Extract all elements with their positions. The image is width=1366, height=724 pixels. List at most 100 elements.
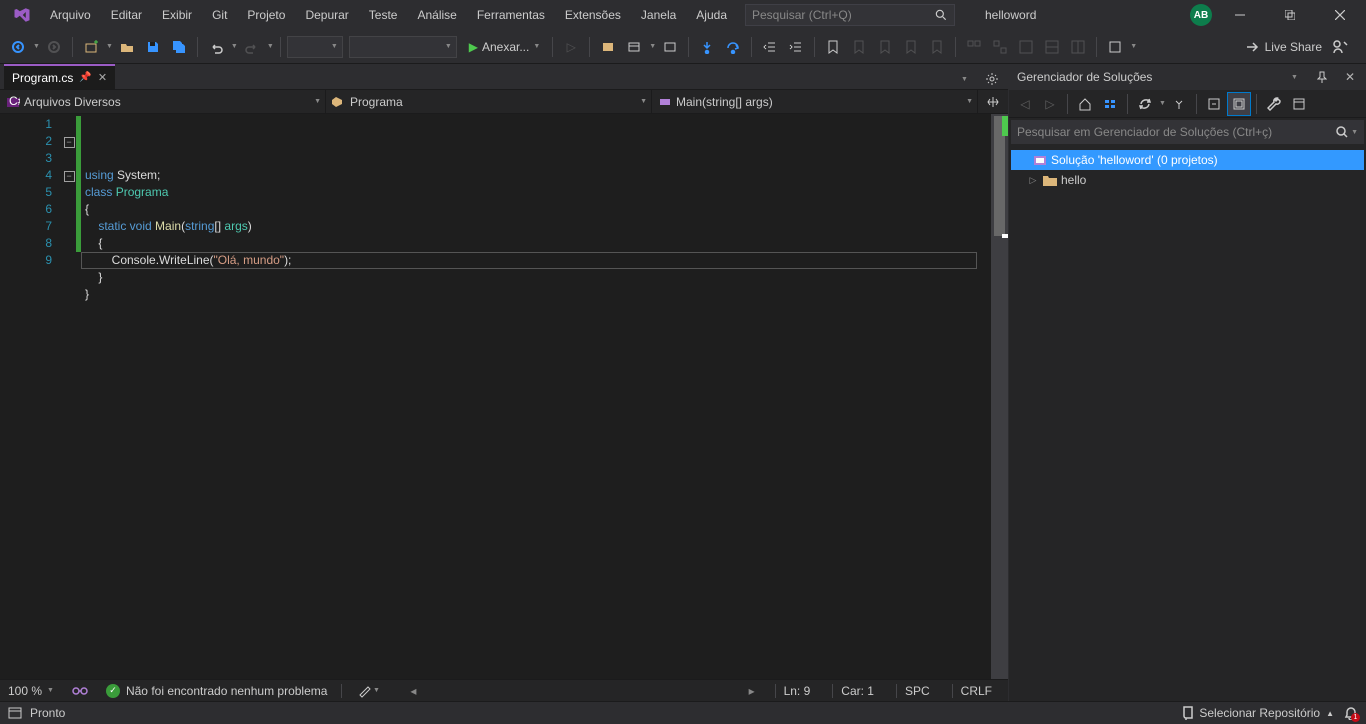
document-tab[interactable]: Program.cs 📌 ✕: [4, 65, 115, 89]
error-list-summary[interactable]: ✓ Não foi encontrado nenhum problema: [106, 684, 327, 698]
code-content[interactable]: using System;class Programa{ static void…: [81, 114, 991, 679]
tab-settings-icon[interactable]: [980, 67, 1004, 91]
save-button[interactable]: [141, 35, 165, 59]
solution-explorer-title-bar[interactable]: Gerenciador de Soluções ▼ ✕: [1009, 64, 1366, 90]
grid3-button[interactable]: [1014, 35, 1038, 59]
status-bar: Pronto Selecionar Repositório ▲ 1: [0, 701, 1366, 724]
scroll-left-button[interactable]: ◂: [404, 684, 422, 698]
tb-icon-3[interactable]: [658, 35, 682, 59]
step-over-button[interactable]: [721, 35, 745, 59]
start-label: Anexar...: [482, 40, 529, 54]
tab-overflow-button[interactable]: ▼: [952, 67, 976, 91]
repo-picker[interactable]: Selecionar Repositório ▲: [1181, 706, 1334, 720]
menu-projeto[interactable]: Projeto: [237, 2, 295, 28]
code-editor[interactable]: 123456789 −− using System;class Programa…: [0, 114, 1008, 679]
live-share-button[interactable]: Live Share: [1245, 40, 1322, 54]
solution-explorer-panel: Gerenciador de Soluções ▼ ✕ ◁ ▷ ▼ Pesqui: [1009, 64, 1366, 701]
sx-collapse-icon[interactable]: [1202, 92, 1226, 116]
member-dropdown[interactable]: Main(string[] args)▼: [652, 90, 978, 113]
sx-fwd-button[interactable]: ▷: [1038, 92, 1062, 116]
zoom-level[interactable]: 100 %▼: [8, 684, 54, 698]
solution-node[interactable]: Solução 'helloword' (0 projetos): [1011, 150, 1364, 170]
solution-platform-combo[interactable]: ▼: [349, 36, 457, 58]
menu-janela[interactable]: Janela: [631, 2, 686, 28]
solution-config-combo[interactable]: ▼: [287, 36, 343, 58]
close-button[interactable]: [1318, 0, 1362, 30]
bm4-button[interactable]: [899, 35, 923, 59]
grid4-button[interactable]: [1040, 35, 1064, 59]
step-into-button[interactable]: [695, 35, 719, 59]
sx-switch-view-icon[interactable]: [1098, 92, 1122, 116]
bookmark-button[interactable]: [821, 35, 845, 59]
save-all-button[interactable]: [167, 35, 191, 59]
scroll-right-button[interactable]: ▸: [743, 684, 761, 698]
menu-análise[interactable]: Análise: [407, 2, 466, 28]
sx-refresh-icon[interactable]: [1167, 92, 1191, 116]
line-indicator[interactable]: Ln: 9: [775, 684, 819, 698]
tab-close-icon[interactable]: ✕: [98, 71, 107, 84]
indent-button[interactable]: [784, 35, 808, 59]
tree-item[interactable]: ▷ hello: [1011, 170, 1364, 190]
nav-fwd-button[interactable]: [42, 35, 66, 59]
pin-panel-icon[interactable]: [1310, 65, 1334, 89]
user-avatar[interactable]: AB: [1190, 4, 1212, 26]
glasses-icon[interactable]: [68, 679, 92, 703]
tb-icon-2[interactable]: [622, 35, 646, 59]
fold-column[interactable]: −−: [62, 114, 76, 679]
quick-search-input[interactable]: Pesquisar (Ctrl+Q): [745, 4, 955, 26]
start-debug-button[interactable]: ▶Anexar...▼: [463, 35, 547, 59]
menu-arquivo[interactable]: Arquivo: [40, 2, 101, 28]
menu-ferramentas[interactable]: Ferramentas: [467, 2, 555, 28]
outdent-button[interactable]: [758, 35, 782, 59]
class-dropdown[interactable]: Programa▼: [326, 90, 652, 113]
eol-indicator[interactable]: CRLF: [952, 684, 1000, 698]
menu-exibir[interactable]: Exibir: [152, 2, 202, 28]
undo-button[interactable]: [204, 35, 228, 59]
prev-bookmark-button[interactable]: [847, 35, 871, 59]
open-file-button[interactable]: [115, 35, 139, 59]
split-editor-button[interactable]: [978, 90, 1008, 113]
pin-icon[interactable]: 📌: [79, 72, 91, 83]
new-item-button[interactable]: [79, 35, 103, 59]
feedback-icon[interactable]: [1328, 35, 1352, 59]
redo-button[interactable]: [240, 35, 264, 59]
sx-home-icon[interactable]: [1073, 92, 1097, 116]
tree-item-label: hello: [1061, 173, 1086, 187]
start-without-debug-button[interactable]: ▷: [559, 35, 583, 59]
expand-icon[interactable]: ▷: [1027, 175, 1039, 186]
grid2-button[interactable]: [988, 35, 1012, 59]
tab-label: Program.cs: [12, 71, 73, 85]
notifications-button[interactable]: 1: [1344, 706, 1358, 720]
sx-preview-icon[interactable]: [1287, 92, 1311, 116]
minimize-button[interactable]: [1218, 0, 1262, 30]
more-button[interactable]: [1103, 35, 1127, 59]
grid5-button[interactable]: [1066, 35, 1090, 59]
menu-git[interactable]: Git: [202, 2, 237, 28]
solution-tree[interactable]: Solução 'helloword' (0 projetos) ▷ hello: [1009, 146, 1366, 701]
panel-options-button[interactable]: ▼: [1282, 65, 1306, 89]
tb-icon-1[interactable]: [596, 35, 620, 59]
vertical-scrollbar[interactable]: [991, 114, 1008, 679]
menu-ajuda[interactable]: Ajuda: [686, 2, 737, 28]
nav-back-button[interactable]: [6, 35, 30, 59]
column-indicator[interactable]: Car: 1: [832, 684, 882, 698]
project-dropdown[interactable]: C# Arquivos Diversos▼: [0, 90, 326, 113]
menu-depurar[interactable]: Depurar: [295, 2, 358, 28]
output-icon[interactable]: [8, 707, 22, 719]
indent-indicator[interactable]: SPC: [896, 684, 938, 698]
solution-explorer-search[interactable]: Pesquisar em Gerenciador de Soluções (Ct…: [1011, 120, 1364, 144]
solution-name-label: helloword: [985, 8, 1036, 22]
maximize-button[interactable]: [1268, 0, 1312, 30]
menu-editar[interactable]: Editar: [101, 2, 152, 28]
menu-extensões[interactable]: Extensões: [555, 2, 631, 28]
next-bookmark-button[interactable]: [873, 35, 897, 59]
menu-teste[interactable]: Teste: [359, 2, 408, 28]
grid1-button[interactable]: [962, 35, 986, 59]
sx-show-all-icon[interactable]: [1227, 92, 1251, 116]
sx-back-button[interactable]: ◁: [1013, 92, 1037, 116]
sx-properties-icon[interactable]: [1262, 92, 1286, 116]
bm5-button[interactable]: [925, 35, 949, 59]
sx-sync-icon[interactable]: [1133, 92, 1157, 116]
close-panel-icon[interactable]: ✕: [1338, 65, 1362, 89]
brush-icon[interactable]: ▼: [356, 679, 380, 703]
